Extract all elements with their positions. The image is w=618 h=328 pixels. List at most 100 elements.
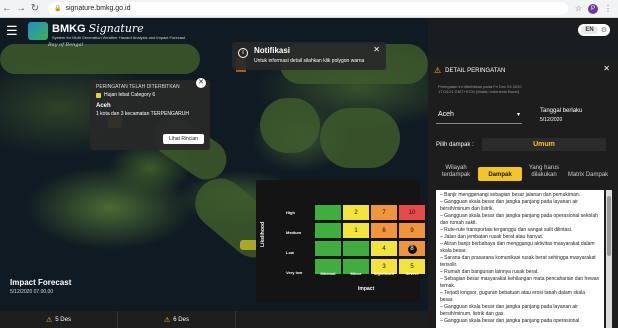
back-icon[interactable]: ← — [0, 3, 14, 14]
info-icon: i — [238, 48, 248, 58]
panel-title: ⚠ DETAIL PERINGATAN — [434, 66, 505, 75]
popup-category-text: Hujan lebat Category 6 — [104, 92, 156, 98]
matrix-cell[interactable]: 8 — [398, 240, 426, 257]
matrix-col-label: Minimal — [320, 271, 336, 276]
matrix-cell[interactable] — [314, 204, 342, 221]
notification-text: Untuk informasi detail silahkan klik pol… — [254, 58, 365, 64]
impact-list: – Banjir menggenangi sebagian besar jala… — [436, 190, 604, 328]
hamburger-menu-icon[interactable]: ☰ — [6, 23, 20, 39]
popup-location: Aceh — [96, 103, 111, 109]
matrix-cell[interactable]: 7 — [370, 204, 398, 221]
notification-close-icon[interactable]: ✕ — [373, 45, 380, 54]
impact-item: – Banjir menggenangi sebagian besar jala… — [440, 192, 581, 198]
date-tab-label: 6 Des — [173, 316, 189, 323]
notification-title: Notifikasi — [254, 46, 291, 55]
address-text: signature.bmkg.go.id — [65, 5, 131, 12]
matrix-row-label: High — [286, 210, 295, 215]
logo-title: BMKG Signature — [52, 22, 144, 35]
valid-date: Tanggal berlaku 5/12/2020 — [540, 108, 582, 123]
app-header: ☰ BMKG Signature System for Multi Genera… — [0, 18, 618, 44]
matrix-cell[interactable]: 4 — [370, 240, 398, 257]
address-bar[interactable]: 🔒 signature.bmkg.go.id — [48, 2, 568, 15]
impact-forecast-date: 5/12/2020 07.00.00 — [10, 289, 54, 295]
star-icon[interactable]: ☆ — [575, 4, 582, 13]
warning-popup: ✕ PERINGATAN TELAH DITERBITKAN Hujan leb… — [90, 78, 210, 150]
impact-item: – Rumah dan bangunan lainnya rusak berat… — [440, 269, 539, 275]
forward-icon[interactable]: → — [14, 3, 28, 14]
region-select[interactable]: Aceh ▾ — [436, 106, 522, 124]
matrix-cell[interactable] — [342, 240, 370, 257]
tab-impact-matrix[interactable]: Matrix Dampak — [566, 164, 610, 186]
impact-item: – Gangguan skala besar dan jangka panjan… — [440, 318, 580, 324]
scrollbar[interactable] — [606, 190, 612, 328]
valid-value: 5/12/2020 — [540, 117, 563, 123]
impact-item: – Sebagian besar masyarakat kehilangan m… — [440, 276, 600, 289]
date-tab[interactable]: ⚠ 5 Des — [0, 311, 118, 328]
date-tab-label: 5 Des — [55, 316, 71, 323]
app: Bay of Bengal ☰ BMKG Signature System fo… — [0, 18, 618, 328]
lock-icon: 🔒 — [54, 6, 62, 12]
menu-dots-icon[interactable]: ⋮ — [604, 4, 612, 13]
impact-item: – Aliran banjir berbahaya dan menggangu … — [440, 241, 595, 254]
matrix-row-label: Medium — [286, 230, 302, 235]
tab-what-to-do[interactable]: Yang harus dilakukan — [522, 164, 566, 186]
popup-affected-count: 1 kota dan 3 kecamatan TERPENGARUH — [96, 111, 190, 117]
popup-heading: PERINGATAN TELAH DITERBITKAN — [96, 84, 180, 90]
detail-tabs: Wilayah terdampak Dampak Yang harus dila… — [434, 164, 610, 186]
issued-text: Peringatan ini diterbitkan pada Fri Dec … — [438, 84, 522, 94]
matrix-cell[interactable]: 2 — [342, 204, 370, 221]
matrix-cell[interactable] — [314, 222, 342, 239]
matrix-cell[interactable]: 10 — [398, 204, 426, 221]
tab-impact[interactable]: Dampak — [478, 167, 522, 181]
impact-item: – Terjadi longsor, guguran bebatuan atau… — [440, 290, 586, 303]
warning-icon: ⚠ — [164, 316, 171, 324]
warning-icon: ⚠ — [46, 316, 53, 324]
impact-select-label: Pilih dampak : — [436, 142, 474, 148]
lang-en[interactable]: EN — [581, 26, 598, 34]
matrix-cell[interactable]: 6 — [370, 222, 398, 239]
matrix-col-label: Significant — [373, 271, 395, 276]
impact-item: – Gangguan skala besar dan jangka panjan… — [440, 304, 578, 317]
bmkg-logo[interactable]: BMKG Signature System for Multi Generati… — [28, 22, 185, 40]
land-north — [0, 44, 200, 74]
matrix-cell[interactable]: 1 — [342, 222, 370, 239]
browser-toolbar: ← → ↻ 🔒 signature.bmkg.go.id ☆ P ⋮ — [0, 0, 618, 18]
settings-gear-icon[interactable]: ⚙ — [601, 26, 607, 34]
tab-affected-area[interactable]: Wilayah terdampak — [434, 164, 478, 186]
impact-item: – Rute-rute transportasi terganggu dan s… — [440, 227, 573, 233]
language-switch[interactable]: EN ⚙ — [578, 24, 610, 36]
chevron-down-icon: ▾ — [516, 112, 520, 118]
popup-category: Hujan lebat Category 6 — [96, 92, 204, 98]
impact-forecast-title: Impact Forecast — [10, 278, 72, 287]
land-malaysia — [260, 98, 320, 153]
matrix-row-label: Low — [286, 250, 294, 255]
impact-forecast: Impact Forecast 5/12/2020 07.00.00 — [10, 278, 71, 295]
view-details-button[interactable]: Lihat Rincian — [163, 134, 204, 144]
matrix-row-label: Very low — [286, 270, 303, 275]
panel-close-icon[interactable]: ✕ — [603, 64, 610, 73]
reload-icon[interactable]: ↻ — [28, 3, 42, 14]
impact-item: – Sarana dan prasarana komunikasi rusak … — [440, 255, 596, 268]
bmkg-logo-mark — [28, 22, 48, 40]
popup-close-icon[interactable]: ✕ — [196, 78, 206, 88]
matrix-cell[interactable]: 9 — [398, 222, 426, 239]
warning-detail-panel: ⚠ DETAIL PERINGATAN ✕ Peringatan ini dit… — [428, 60, 618, 328]
profile-avatar[interactable]: P — [588, 3, 598, 14]
impact-item: – Jalan dan jembatan rusak berat atau ha… — [440, 234, 544, 240]
impact-select[interactable]: Umum — [482, 138, 606, 151]
matrix-x-label: Impact — [358, 286, 375, 292]
panel-title-text: DETAIL PERINGATAN — [445, 67, 506, 74]
warning-icon: ⚠ — [434, 66, 442, 75]
impact-matrix: Likelihood High Medium Low Very low 2 7 10… — [256, 180, 426, 302]
matrix-y-label: Likelihood — [260, 222, 266, 247]
logo-subtitle: System for Multi Generation Weather Haza… — [52, 35, 186, 40]
scrollbar-thumb[interactable] — [607, 196, 611, 256]
notification-toast: i Notifikasi Untuk informasi detail sila… — [232, 42, 386, 70]
impact-item: – Gangguan skala besar dan jangka panjan… — [440, 199, 578, 212]
valid-label: Tanggal berlaku — [540, 108, 583, 114]
land-borneo — [320, 108, 400, 168]
date-tab[interactable]: ⚠ 6 Des — [118, 311, 236, 328]
category-color-icon — [96, 92, 101, 98]
matrix-cell[interactable] — [314, 240, 342, 257]
matrix-col-label: Minor — [350, 271, 362, 276]
